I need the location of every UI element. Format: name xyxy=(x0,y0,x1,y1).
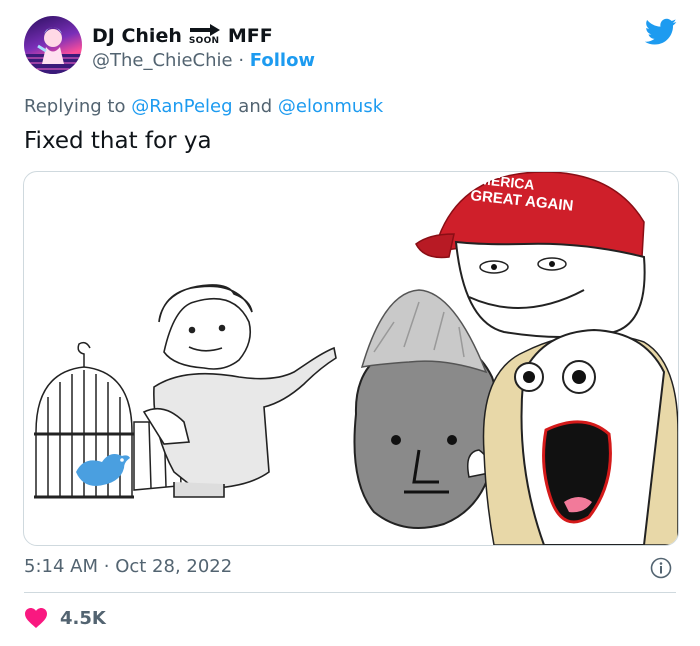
info-circle-icon[interactable] xyxy=(650,557,672,579)
screaming-wojak xyxy=(482,328,678,545)
mention-link[interactable]: @elonmusk xyxy=(278,96,383,117)
replying-to: Replying to @RanPeleg and @elonmusk xyxy=(24,96,383,118)
man-sketch xyxy=(142,284,337,498)
like-button[interactable]: 4.5K xyxy=(24,607,106,629)
avatar-art xyxy=(24,27,82,74)
avatar[interactable] xyxy=(24,16,82,74)
reply-prefix: Replying to xyxy=(24,96,126,117)
handle-separator: · xyxy=(238,50,245,71)
follow-button[interactable]: Follow xyxy=(250,50,315,71)
name-badge: SOON xyxy=(186,20,226,48)
display-name[interactable]: DJ Chieh xyxy=(92,24,182,48)
badge-suffix: MFF xyxy=(227,25,273,47)
reply-conjunction: and xyxy=(238,96,273,117)
tweet-text: Fixed that for ya xyxy=(24,128,212,154)
npc-head xyxy=(353,289,500,529)
twitter-bird-icon[interactable] xyxy=(645,18,677,46)
meta-separator: · xyxy=(103,556,110,577)
heart-icon xyxy=(25,608,47,628)
tweet-date: Oct 28, 2022 xyxy=(115,556,233,577)
mention-link[interactable]: @RanPeleg xyxy=(131,96,232,117)
handle-row: @The_ChieChie · Follow xyxy=(92,50,315,72)
like-count: 4.5K xyxy=(60,607,106,629)
author-handle[interactable]: @The_ChieChie xyxy=(92,50,233,71)
timestamp[interactable]: 5:14 AM · Oct 28, 2022 xyxy=(24,556,232,578)
tweet-time: 5:14 AM xyxy=(24,556,98,577)
tweet-media-image[interactable]: MERICA GREAT AGAIN xyxy=(23,171,679,546)
meme-illustration: MERICA GREAT AGAIN xyxy=(34,172,678,545)
author-name-row: DJ Chieh SOON MFF xyxy=(92,20,273,48)
badge-soon-text: SOON xyxy=(188,36,220,46)
divider xyxy=(24,592,676,593)
